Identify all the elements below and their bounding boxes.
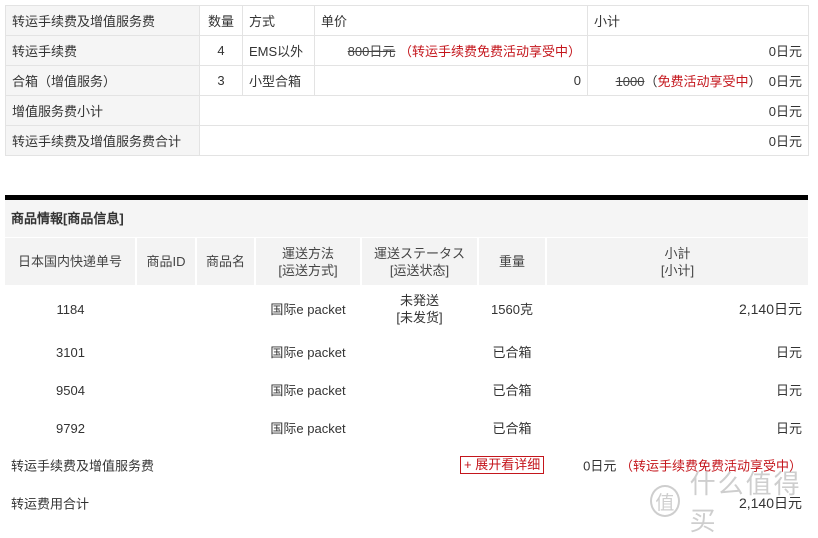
shipping-total-value: 2,140日元: [738, 494, 802, 511]
expand-details-button[interactable]: + 展开看详细: [460, 456, 545, 474]
service-fee-value: 0日元: [583, 458, 617, 474]
goods-row: 9504 国际e packet 已合箱 日元: [5, 371, 808, 409]
fee-row-transfer: 转运手续费 4 EMS以外 800日元 （转运手续费免费活动享受中） 0日元: [5, 35, 809, 66]
col-header-subtext: [运送方式]: [278, 262, 338, 278]
weight: 1560克: [491, 301, 533, 317]
service-fee-label: 转运手续费及增值服务费: [11, 458, 155, 474]
fee-summary-value: 0日元: [199, 125, 809, 156]
fee-row-label: 转运手续费: [5, 35, 200, 66]
goods-row: 9792 国际e packet 已合箱 日元: [5, 409, 808, 447]
row-subtotal: 日元: [775, 382, 802, 398]
fee-row-unit-price: 800日元 （转运手续费免费活动享受中）: [314, 35, 588, 66]
fee-summary-label: 增值服务费小计: [5, 95, 200, 126]
goods-table: 日本国内快递单号 商品ID 商品名 運送方法 [运送方式] 運送ステータス [运送状…: [5, 238, 808, 447]
original-price: 800日元: [347, 44, 396, 59]
col-header-weight: 重量: [478, 238, 547, 285]
original-price: 1000: [615, 74, 645, 89]
fee-row-unit-price: 0: [314, 65, 588, 96]
tracking-number: 9504: [56, 382, 85, 398]
weight: 已合箱: [492, 420, 532, 436]
shipping-method: 国际e packet: [270, 420, 346, 436]
fee-summary-row: 转运手续费及增值服务费合计 0日元: [5, 125, 809, 156]
product-id: [136, 371, 196, 409]
service-fee-row: 转运手续费及增值服务费 + 展开看详细 0日元 （转运手续费免费活动享受中）: [5, 447, 808, 483]
goods-header-row: 日本国内快递单号 商品ID 商品名 運送方法 [运送方式] 運送ステータス [运送状…: [5, 238, 808, 285]
weight: 已合箱: [492, 382, 532, 398]
fee-summary-label: 转运手续费及增值服务费合计: [5, 125, 200, 156]
fee-header-label: 转运手续费及增值服务费: [5, 5, 200, 36]
promo-note: 免费活动享受中: [657, 74, 749, 89]
product-name: [196, 285, 255, 333]
status-jp: 未発送: [399, 293, 439, 308]
fee-summary-row: 增值服务费小计 0日元: [5, 95, 809, 126]
row-subtotal: 日元: [775, 420, 802, 436]
shipping-total-row: 转运费用合计 2,140日元: [5, 483, 808, 522]
shipping-status: [361, 333, 478, 371]
col-header-text: 日本国内快递单号: [17, 254, 122, 269]
fee-header-qty: 数量: [199, 5, 243, 36]
shipping-method: 国际e packet: [270, 382, 346, 398]
col-header-text: 小計: [664, 245, 691, 261]
product-name: [196, 409, 255, 447]
col-header-tracking: 日本国内快递单号: [5, 238, 137, 285]
fee-table-header-row: 转运手续费及增值服务费 数量 方式 单价 小计: [5, 5, 809, 36]
shipping-status: [361, 371, 478, 409]
col-header-subtotal: 小計 [小计]: [546, 238, 808, 285]
weight: 已合箱: [492, 344, 532, 360]
fee-header-subtotal: 小计: [587, 5, 809, 36]
fee-header-method: 方式: [242, 5, 315, 36]
goods-row: 3101 国际e packet 已合箱 日元: [5, 333, 808, 371]
shipping-status: 未発送 [未发货]: [361, 285, 478, 333]
fee-table: 转运手续费及增值服务费 数量 方式 单价 小计 转运手续费 4 EMS以外 80…: [5, 5, 809, 156]
goods-row: 1184 国际e packet 未発送 [未发货] 1560克 2,140日元: [5, 285, 808, 333]
col-header-text: 運送ステータス: [373, 245, 465, 261]
promo-paren-close: ）: [748, 74, 762, 89]
col-header-text: 運送方法: [281, 245, 334, 261]
col-header-shipping-status: 運送ステータス [运送状态]: [361, 238, 479, 285]
fee-row-consolidation: 合箱（增值服务） 3 小型合箱 0 1000（免费活动享受中） 0日元: [5, 65, 809, 96]
product-name: [196, 333, 255, 371]
row-subtotal: 日元: [775, 344, 802, 360]
fee-row-qty: 3: [199, 65, 243, 96]
col-header-subtext: [小计]: [660, 262, 695, 278]
shipping-method: 国际e packet: [270, 344, 346, 360]
fee-row-label: 合箱（增值服务）: [5, 65, 200, 96]
promo-note: （转运手续费免费活动享受中）: [619, 458, 802, 474]
tracking-number: 3101: [56, 344, 85, 360]
shipping-method: 国际e packet: [270, 301, 346, 317]
product-id: [136, 285, 196, 333]
fee-row-method: EMS以外: [242, 35, 315, 66]
col-header-shipping-method: 運送方法 [运送方式]: [255, 238, 362, 285]
product-id: [136, 333, 196, 371]
tracking-number: 9792: [56, 420, 85, 436]
fee-summary-value: 0日元: [199, 95, 809, 126]
row-subtotal: 2,140日元: [738, 300, 802, 317]
fee-header-unit-price: 单价: [314, 5, 588, 36]
service-fee-value-cell: 0日元 （转运手续费免费活动享受中）: [583, 456, 802, 475]
status-cn: [未发货]: [396, 310, 443, 325]
goods-section: 商品情報[商品信息] 日本国内快递单号 商品ID 商品名 運送方法 [运送方式] …: [5, 195, 808, 522]
fee-row-subtotal: 0日元: [768, 74, 802, 89]
fee-row-qty: 4: [199, 35, 243, 66]
shipping-total-label: 转运费用合计: [11, 496, 90, 511]
promo-paren-open: （: [644, 74, 658, 89]
promo-note: （转运手续费免费活动享受中）: [398, 44, 581, 59]
col-header-text: 商品ID: [146, 254, 186, 269]
product-name: [196, 371, 255, 409]
fee-row-method: 小型合箱: [242, 65, 315, 96]
col-header-subtext: [运送状态]: [389, 262, 450, 278]
shipping-status: [361, 409, 478, 447]
fee-row-subtotal: 0日元: [587, 35, 809, 66]
product-id: [136, 409, 196, 447]
goods-section-title: 商品情報[商品信息]: [5, 200, 808, 238]
col-header-product-name: 商品名: [196, 238, 256, 285]
col-header-text: 商品名: [205, 254, 245, 269]
col-header-product-id: 商品ID: [136, 238, 197, 285]
tracking-number: 1184: [56, 301, 85, 317]
col-header-text: 重量: [498, 254, 525, 269]
fee-row-subtotal-cell: 1000（免费活动享受中） 0日元: [587, 65, 809, 96]
